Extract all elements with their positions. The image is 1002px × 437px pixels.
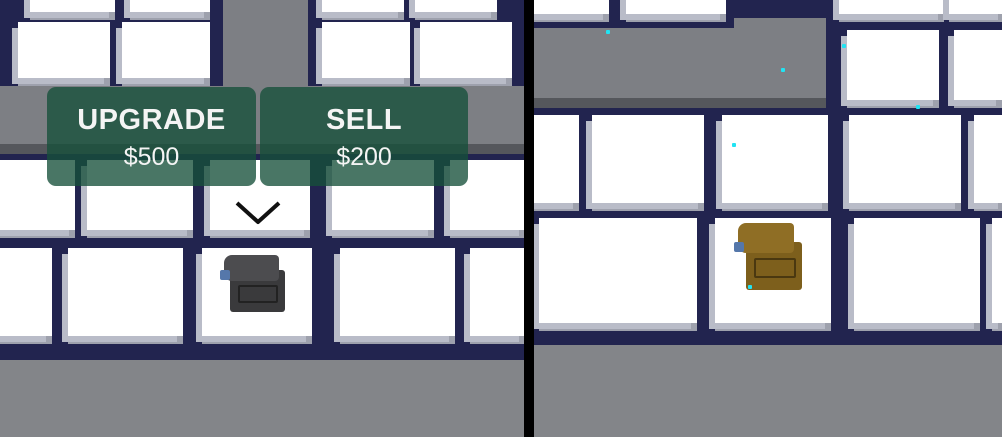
grid-tile[interactable] bbox=[130, 0, 210, 12]
upgrade-button[interactable]: UPGRADE $500 bbox=[47, 87, 256, 186]
grid-tile[interactable] bbox=[974, 115, 1002, 203]
grid-tile[interactable] bbox=[322, 0, 404, 12]
turret-icon[interactable] bbox=[218, 250, 293, 315]
chevron-down-icon bbox=[235, 201, 281, 224]
enemy-path bbox=[534, 28, 826, 98]
particle bbox=[842, 44, 846, 48]
grid-tile[interactable] bbox=[68, 248, 183, 336]
grid-tile[interactable] bbox=[30, 0, 115, 12]
grid-tile[interactable] bbox=[949, 0, 1002, 14]
grid-tile[interactable] bbox=[340, 248, 455, 336]
right-view bbox=[534, 0, 1002, 437]
enemy-path bbox=[223, 0, 308, 90]
grid-tile[interactable] bbox=[539, 218, 697, 323]
grid-tile[interactable] bbox=[626, 0, 726, 14]
upgrade-price: $500 bbox=[123, 143, 180, 171]
particle bbox=[748, 285, 752, 289]
grid-tile[interactable] bbox=[18, 22, 110, 78]
grid-tile[interactable] bbox=[592, 115, 704, 203]
particle bbox=[732, 143, 736, 147]
ground bbox=[0, 360, 524, 437]
sell-price: $200 bbox=[336, 143, 392, 171]
grid-tile[interactable] bbox=[992, 218, 1002, 323]
left-view: UPGRADE $500 SELL $200 bbox=[0, 0, 524, 437]
turret-icon[interactable] bbox=[732, 220, 812, 295]
grid-tile[interactable] bbox=[849, 115, 961, 203]
sell-label: SELL bbox=[325, 104, 403, 136]
grid-tile[interactable] bbox=[470, 248, 524, 336]
sell-button[interactable]: SELL $200 bbox=[260, 87, 468, 186]
grid-tile[interactable] bbox=[847, 30, 939, 100]
upgrade-label: UPGRADE bbox=[77, 104, 226, 136]
enemy-path bbox=[734, 18, 826, 30]
grid-tile[interactable] bbox=[322, 22, 410, 78]
grid-tile[interactable] bbox=[420, 22, 512, 78]
grid-tile[interactable] bbox=[0, 248, 52, 336]
ground bbox=[534, 345, 1002, 437]
split-divider bbox=[524, 0, 534, 437]
grid-tile[interactable] bbox=[954, 30, 1002, 100]
grid-tile[interactable] bbox=[534, 115, 579, 203]
grid-tile[interactable] bbox=[854, 218, 980, 323]
grid-tile[interactable] bbox=[534, 0, 609, 14]
particle bbox=[606, 30, 610, 34]
grid-tile[interactable] bbox=[122, 22, 210, 78]
grid-tile[interactable] bbox=[722, 115, 828, 203]
path-edge bbox=[534, 98, 826, 108]
grid-tile[interactable] bbox=[415, 0, 497, 12]
particle bbox=[781, 68, 785, 72]
particle bbox=[916, 105, 920, 109]
grid-tile[interactable] bbox=[839, 0, 944, 14]
